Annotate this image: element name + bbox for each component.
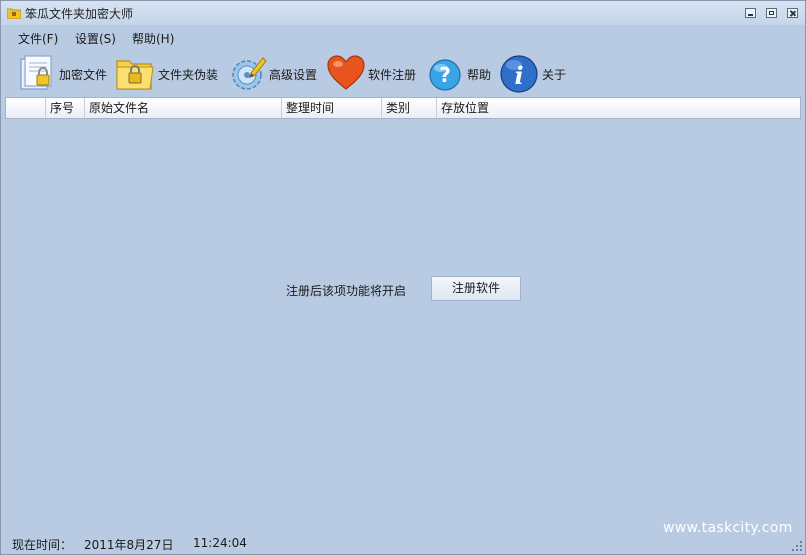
app-folder-icon — [7, 8, 21, 19]
register-notice: 注册后该项功能将开启 — [286, 284, 407, 298]
help-icon: ? — [429, 59, 461, 91]
encrypt-file-icon — [20, 55, 52, 90]
resize-grip-icon[interactable] — [791, 540, 803, 552]
close-button[interactable] — [787, 8, 798, 18]
column-header-filename[interactable]: 原始文件名 — [85, 98, 282, 118]
minimize-button[interactable] — [745, 8, 756, 18]
folder-disguise-label: 文件夹伪装 — [158, 68, 219, 82]
folder-disguise-button[interactable]: 文件夹伪装 — [115, 51, 221, 95]
status-date: 2011年8月27日 — [84, 538, 174, 552]
menu-help[interactable]: 帮助(H) — [132, 30, 174, 47]
about-label: 关于 — [542, 68, 567, 82]
watermark: www.taskcity.com — [663, 520, 793, 536]
app-window: 笨瓜文件夹加密大师 文件(F) 设置(S) 帮助(H) 加密文件 文件夹伪装 高… — [0, 0, 806, 555]
status-clock: 11:24:04 — [193, 536, 247, 550]
status-bar: 现在时间： 2011年8月27日 11:24:04 — [1, 534, 805, 554]
encrypt-file-label: 加密文件 — [59, 68, 108, 82]
column-header-location[interactable]: 存放位置 — [437, 98, 800, 118]
column-header-category[interactable]: 类别 — [382, 98, 437, 118]
about-button[interactable]: i 关于 — [499, 51, 569, 95]
settings-gear-icon — [232, 57, 267, 90]
status-time-label: 现在时间： — [12, 538, 73, 552]
maximize-button[interactable] — [766, 8, 777, 18]
svg-text:?: ? — [439, 63, 451, 87]
folder-lock-icon — [116, 60, 154, 90]
register-software-button[interactable]: 注册软件 — [431, 276, 521, 301]
register-label: 软件注册 — [368, 68, 417, 82]
advanced-settings-label: 高级设置 — [269, 68, 318, 82]
help-label: 帮助 — [467, 68, 492, 82]
heart-icon — [327, 55, 365, 90]
column-header-index[interactable]: 序号 — [46, 98, 85, 118]
title-bar: 笨瓜文件夹加密大师 — [1, 1, 805, 25]
toolbar: 加密文件 文件夹伪装 高级设置 软件注册 ? 帮助 i 关于 — [1, 51, 805, 95]
info-icon: i — [500, 55, 538, 93]
svg-text:i: i — [514, 61, 523, 90]
advanced-settings-button[interactable]: 高级设置 — [229, 51, 321, 95]
column-header-time[interactable]: 整理时间 — [282, 98, 382, 118]
encrypt-file-button[interactable]: 加密文件 — [17, 51, 113, 95]
menu-settings[interactable]: 设置(S) — [75, 30, 116, 47]
menu-file[interactable]: 文件(F) — [18, 30, 58, 47]
help-button[interactable]: ? 帮助 — [427, 51, 495, 95]
register-button[interactable]: 软件注册 — [326, 51, 420, 95]
menu-bar: 文件(F) 设置(S) 帮助(H) — [1, 28, 805, 48]
column-header-select[interactable] — [6, 98, 46, 118]
window-title: 笨瓜文件夹加密大师 — [25, 7, 134, 21]
file-list-header: 序号 原始文件名 整理时间 类别 存放位置 — [5, 97, 801, 119]
